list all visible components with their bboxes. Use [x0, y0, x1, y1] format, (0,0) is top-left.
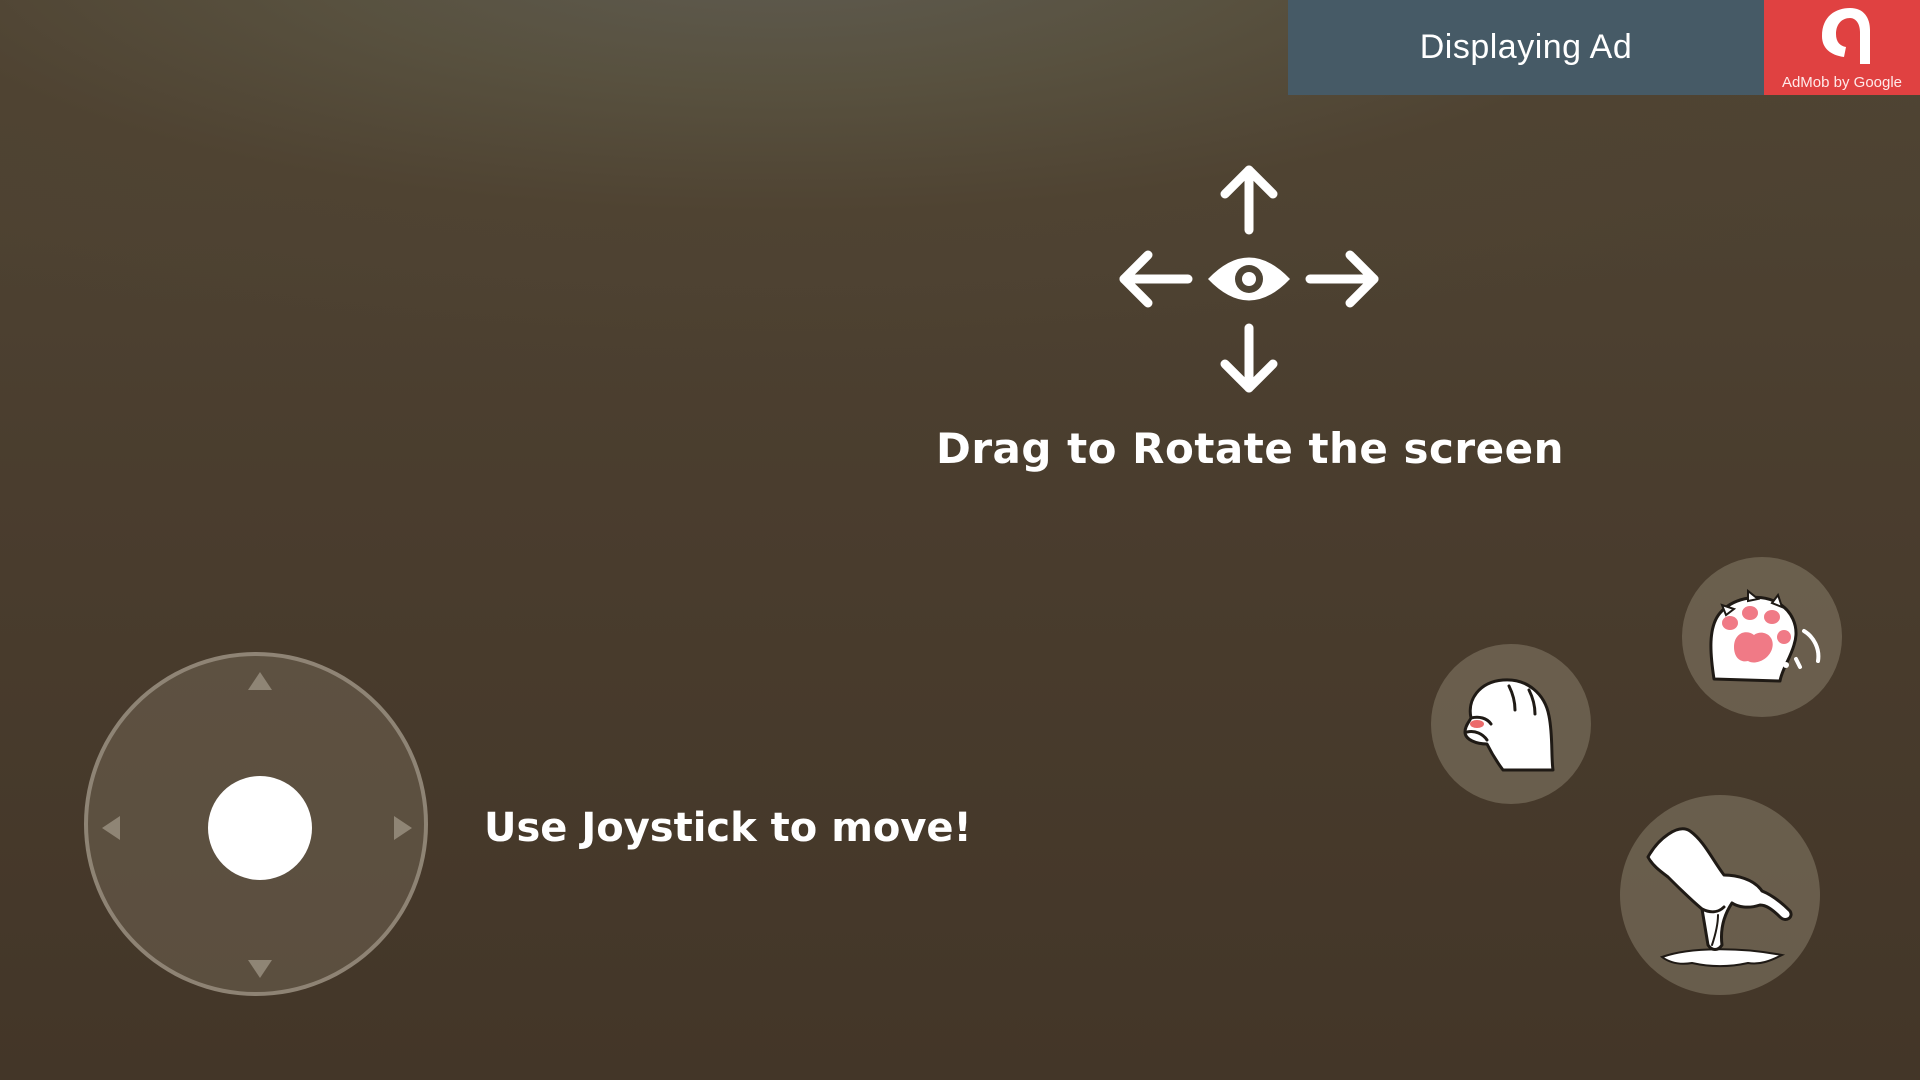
joystick-hint-label: Use Joystick to move!: [484, 805, 972, 851]
joystick[interactable]: [84, 652, 428, 996]
jump-button[interactable]: [1620, 795, 1820, 995]
admob-badge[interactable]: AdMob by Google: [1764, 0, 1920, 95]
scratch-button[interactable]: [1431, 644, 1591, 804]
ad-banner[interactable]: Displaying Ad AdMob by Google: [1288, 0, 1920, 95]
joystick-down-arrow-icon: [248, 960, 272, 978]
rotate-eye-arrows-icon: [1119, 165, 1379, 393]
cat-leg-jump-icon: [1646, 827, 1793, 967]
cat-paw-pads-icon: [1709, 588, 1821, 683]
joystick-thumb[interactable]: [208, 776, 312, 880]
admob-logo-icon: [1822, 8, 1870, 64]
joystick-up-arrow-icon: [248, 672, 272, 690]
cat-paw-scratch-icon: [1463, 678, 1555, 772]
ad-text: Displaying Ad: [1419, 28, 1633, 66]
joystick-left-arrow-icon: [102, 816, 120, 840]
paw-button[interactable]: [1682, 557, 1842, 717]
joystick-right-arrow-icon: [394, 816, 412, 840]
rotate-hint-label: Drag to Rotate the screen: [935, 424, 1565, 473]
admob-caption: AdMob by Google: [1781, 74, 1903, 91]
ad-text-panel[interactable]: Displaying Ad: [1288, 0, 1764, 95]
